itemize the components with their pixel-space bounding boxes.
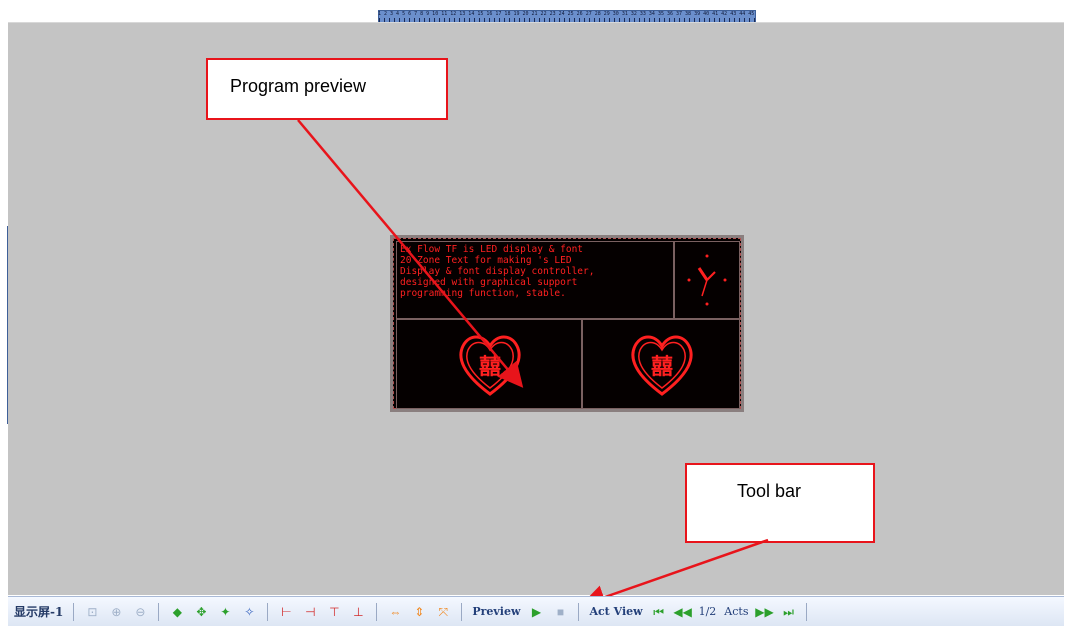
align-left-icon[interactable]: ⊢ [276,602,296,622]
zoom-fit-icon[interactable]: ⊡ [82,602,102,622]
first-act-icon[interactable]: ⏮ [649,602,669,622]
preview-button[interactable]: Preview [468,605,524,618]
play-icon[interactable]: ▶ [526,602,546,622]
toolbar-separator [73,602,75,621]
annotation-arrows [297,119,769,610]
acts-label: Acts [724,605,749,618]
stop-icon[interactable]: ■ [550,602,570,622]
act-view-button[interactable]: Act View [585,605,646,618]
same-height-icon[interactable]: ⇕ [409,602,429,622]
toolbar-separator [578,602,580,621]
toolbar-separator [267,602,269,621]
prev-act-icon[interactable]: ◀◀ [673,602,693,622]
move-up-icon[interactable]: ✥ [191,602,211,622]
program-preview-arrow [297,119,524,388]
align-bottom-icon[interactable]: ⊥ [348,602,368,622]
last-act-icon[interactable]: ⏭ [778,602,798,622]
toolbar-separator [376,602,378,621]
screen-selector[interactable]: 显示屏-1 [14,603,63,620]
move-down-icon[interactable]: ✦ [215,602,235,622]
toolbar-separator [158,602,160,621]
fullscreen-icon[interactable]: ⤧ [433,602,453,622]
tool-bar: 显示屏-1 ⊡ ⊕ ⊖ ◆ ✥ ✦ ✧ ⊢ ⊣ ⊤ ⊥ ⇔ ⇕ ⤧ Previe… [8,596,1064,626]
same-width-icon[interactable]: ⇔ [385,602,405,622]
toolbar-separator [461,602,463,621]
page-indicator: 1/2 [698,605,717,618]
move-right-icon[interactable]: ✧ [239,602,259,622]
toolbar-separator [806,602,808,621]
move-left-icon[interactable]: ◆ [167,602,187,622]
tool-bar-arrow [580,538,769,610]
zoom-in-icon[interactable]: ⊕ [106,602,126,622]
align-top-icon[interactable]: ⊤ [324,602,344,622]
next-act-icon[interactable]: ▶▶ [754,602,774,622]
zoom-out-icon[interactable]: ⊖ [130,602,150,622]
align-right-icon[interactable]: ⊣ [300,602,320,622]
